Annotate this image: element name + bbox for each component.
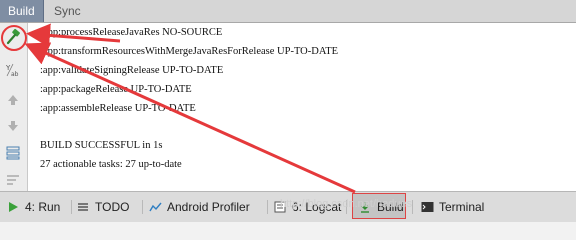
console-line: :app:processReleaseJavaRes NO-SOURCE (40, 27, 223, 38)
play-icon (6, 200, 20, 214)
build-toolbar: Y ab (0, 23, 28, 191)
sort-button[interactable] (3, 169, 23, 189)
console-line: :app:transformResourcesWithMergeJavaResF… (40, 46, 339, 57)
console-line: :app:packageRelease UP-TO-DATE (40, 84, 192, 95)
next-button[interactable] (3, 116, 23, 136)
filter-button[interactable]: Y ab (3, 60, 23, 80)
arrow-up-icon (8, 95, 18, 105)
tasks-summary-line: 27 actionable tasks: 27 up-to-date (40, 159, 182, 170)
separator (412, 200, 413, 214)
tab-sync[interactable]: Sync (46, 0, 89, 22)
sort-icon (7, 175, 19, 185)
hammer-icon (6, 28, 20, 45)
run-tool-button[interactable]: 4: Run (6, 198, 60, 216)
profiler-tool-label: Android Profiler (167, 200, 250, 214)
watermark: http://blog.csdn.net/hadues (280, 198, 413, 210)
console-line: :app:assembleRelease UP-TO-DATE (40, 103, 196, 114)
layout-icon (6, 146, 20, 160)
todo-icon (76, 200, 90, 214)
svg-text:ab: ab (11, 71, 19, 78)
previous-button[interactable] (3, 90, 23, 110)
todo-tool-label: TODO (95, 200, 130, 214)
tool-window-tabbar: Build Sync (0, 0, 576, 23)
terminal-tool-label: Terminal (439, 200, 485, 214)
build-console[interactable]: :app:processReleaseJavaRes NO-SOURCE :ap… (28, 23, 576, 191)
profiler-tool-button[interactable]: Android Profiler (148, 198, 250, 216)
build-status-line: BUILD SUCCESSFUL in 1s (40, 140, 163, 151)
separator (71, 200, 72, 214)
separator (142, 200, 143, 214)
tab-build[interactable]: Build (0, 0, 44, 22)
todo-tool-button[interactable]: TODO (76, 198, 129, 216)
arrow-down-icon (8, 121, 18, 131)
separator (267, 200, 268, 214)
profiler-icon (148, 200, 162, 214)
filter-icon: Y ab (5, 63, 19, 78)
run-tool-label: 4: Run (25, 200, 61, 214)
console-line: :app:validateSigningRelease UP-TO-DATE (40, 65, 224, 76)
rebuild-button[interactable] (3, 27, 23, 47)
terminal-tool-button[interactable]: Terminal (420, 198, 484, 216)
terminal-icon (420, 200, 434, 214)
layout-button[interactable] (3, 143, 23, 163)
